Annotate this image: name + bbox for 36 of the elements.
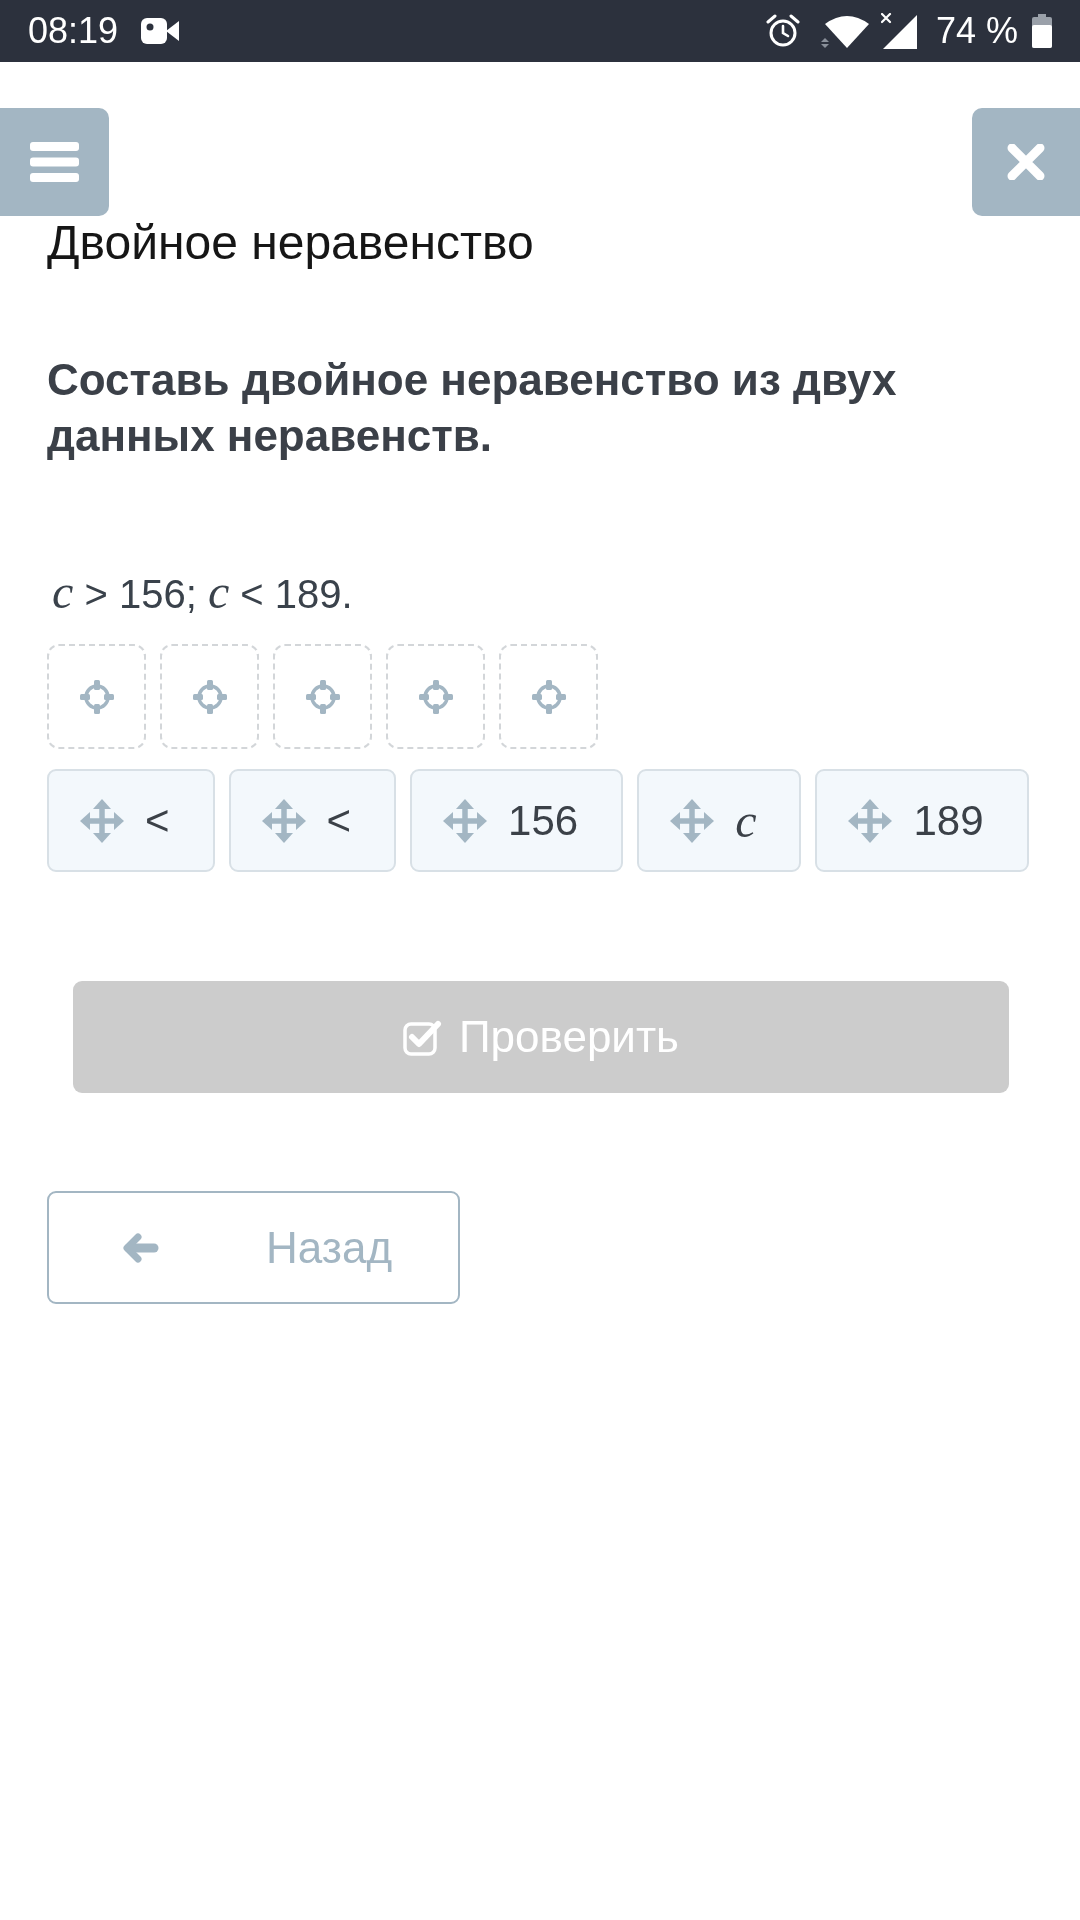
arrow-left-icon xyxy=(122,1232,159,1263)
move-icon xyxy=(848,798,893,843)
alarm-clock-icon xyxy=(765,14,800,48)
inequality-expression: c > 156; c < 189. xyxy=(52,568,354,618)
move-icon xyxy=(80,798,124,843)
video-camera-icon xyxy=(141,17,180,45)
crosshair-icon xyxy=(191,678,228,715)
answer-slot[interactable] xyxy=(160,644,259,749)
crosshair-icon xyxy=(530,678,567,715)
move-icon xyxy=(670,798,715,843)
close-button[interactable] xyxy=(972,108,1080,216)
status-time: 08:19 xyxy=(28,13,119,49)
answer-tile[interactable]: 189 xyxy=(815,769,1029,872)
task-instruction: Составь двойное неравенство из двух данных неравенств. xyxy=(47,354,898,462)
battery-icon xyxy=(1032,14,1052,48)
answer-tile[interactable]: < xyxy=(47,769,215,872)
menu-button[interactable] xyxy=(0,108,109,216)
cellular-signal-icon xyxy=(880,13,917,49)
close-icon xyxy=(1007,144,1045,180)
answer-slot[interactable] xyxy=(47,644,146,749)
answer-slot[interactable] xyxy=(499,644,598,749)
wifi-icon xyxy=(820,14,869,48)
answer-slot[interactable] xyxy=(386,644,485,749)
lesson-title: Двойное неравенство xyxy=(47,219,535,267)
answer-tile[interactable]: 156 xyxy=(410,769,624,872)
answer-tile[interactable]: < xyxy=(228,769,397,872)
menu-icon xyxy=(30,142,79,182)
crosshair-icon xyxy=(304,678,341,715)
answer-tile[interactable]: c xyxy=(637,769,802,872)
crosshair-icon xyxy=(78,678,115,715)
answer-slot[interactable] xyxy=(273,644,372,749)
battery-percentage: 74 % xyxy=(935,13,1018,49)
move-icon xyxy=(261,798,306,843)
check-square-icon xyxy=(402,1018,443,1056)
crosshair-icon xyxy=(417,678,454,715)
move-icon xyxy=(443,798,488,843)
